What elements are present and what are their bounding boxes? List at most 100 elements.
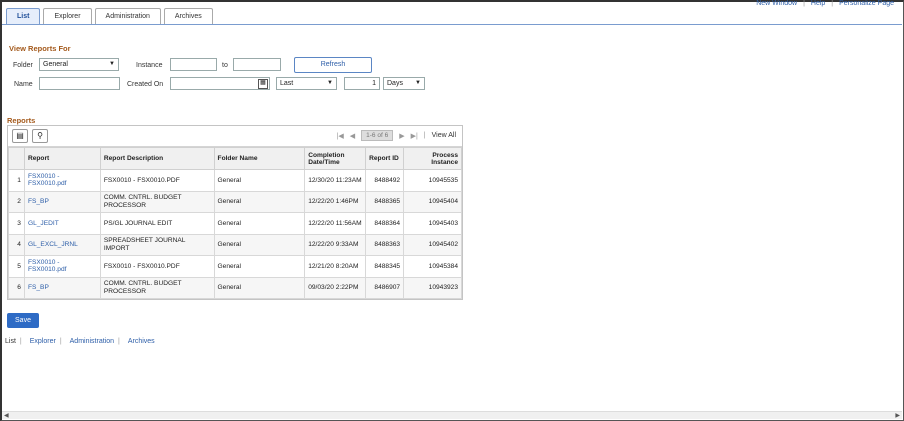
- completion-datetime: 12/21/20 8:20AM: [304, 255, 367, 278]
- report-id: 8488345: [365, 255, 405, 278]
- view-reports-title: View Reports For: [9, 44, 71, 53]
- table-row: 6 FS_BP COMM. CNTRL. BUDGET PROCESSOR Ge…: [8, 276, 462, 299]
- grid-toolbar: ▤ ⚲ |◀ ◀ 1-6 of 6 ▶ ▶| | View All: [8, 126, 462, 147]
- row-number: 5: [8, 255, 25, 278]
- help-link[interactable]: Help: [805, 0, 831, 10]
- calendar-icon[interactable]: ▦: [258, 79, 268, 89]
- tab-bar: List Explorer Administration Archives: [6, 8, 213, 24]
- table-row: 3 GL_JEDIT PS/GL JOURNAL EDIT General 12…: [8, 212, 462, 235]
- view-all-link[interactable]: View All: [432, 132, 456, 139]
- report-id: 8486907: [365, 276, 405, 299]
- next-page-icon[interactable]: ▶: [399, 132, 404, 140]
- horizontal-scrollbar[interactable]: ◀ ▶: [2, 411, 902, 419]
- process-instance: 10945404: [403, 190, 462, 213]
- tab-divider: [2, 24, 902, 25]
- header-process-instance[interactable]: Process Instance: [403, 147, 462, 170]
- scroll-left-icon[interactable]: ◀: [4, 412, 9, 420]
- header-row-num: [8, 147, 25, 170]
- prev-page-icon[interactable]: ◀: [350, 132, 355, 140]
- name-label: Name: [14, 81, 33, 88]
- tab-list[interactable]: List: [6, 8, 41, 24]
- report-id: 8488364: [365, 212, 405, 235]
- report-link[interactable]: FSX0010 - FSX0010.pdf: [23, 255, 101, 278]
- report-description: SPREADSHEET JOURNAL IMPORT: [99, 233, 215, 256]
- instance-to-input[interactable]: [233, 58, 281, 71]
- table-header-row: Report Report Description Folder Name Co…: [8, 147, 462, 170]
- folder-name: General: [213, 255, 306, 278]
- table-row: 4 GL_EXCL_JRNL SPREADSHEET JOURNAL IMPOR…: [8, 233, 462, 256]
- report-link[interactable]: FS_BP: [23, 190, 101, 213]
- to-label: to: [222, 62, 228, 69]
- folder-name: General: [213, 169, 306, 192]
- folder-select[interactable]: General ▼: [39, 58, 119, 71]
- process-instance: 10945403: [403, 212, 462, 235]
- report-link[interactable]: GL_EXCL_JRNL: [23, 233, 101, 256]
- separator: |: [118, 338, 120, 345]
- process-instance: 10945402: [403, 233, 462, 256]
- header-report[interactable]: Report: [23, 147, 101, 170]
- table-row: 5 FSX0010 - FSX0010.pdf FSX0010 - FSX001…: [8, 255, 462, 278]
- last-select[interactable]: Last ▼: [276, 77, 337, 90]
- last-select-value: Last: [280, 80, 294, 87]
- last-page-icon[interactable]: ▶|: [411, 132, 418, 140]
- instance-label: Instance: [136, 62, 163, 69]
- report-link[interactable]: FS_BP: [23, 276, 101, 299]
- tab-administration[interactable]: Administration: [94, 8, 161, 24]
- search-icon[interactable]: ⚲: [32, 129, 48, 143]
- chevron-down-icon: ▼: [109, 61, 115, 67]
- tab-explorer[interactable]: Explorer: [43, 8, 92, 24]
- header-report-id[interactable]: Report ID: [365, 147, 405, 170]
- folder-label: Folder: [13, 62, 33, 69]
- report-description: COMM. CNTRL. BUDGET PROCESSOR: [99, 276, 215, 299]
- process-instance: 10945535: [403, 169, 462, 192]
- first-page-icon[interactable]: |◀: [337, 132, 344, 140]
- table-row: 1 FSX0010 - FSX0010.pdf FSX0010 - FSX001…: [8, 169, 462, 192]
- report-id: 8488365: [365, 190, 405, 213]
- completion-datetime: 12/22/20 11:56AM: [304, 212, 367, 235]
- personalize-link[interactable]: Personalize Page: [833, 0, 900, 10]
- refresh-button[interactable]: Refresh: [294, 57, 372, 73]
- report-link[interactable]: FSX0010 - FSX0010.pdf: [23, 169, 101, 192]
- report-link[interactable]: GL_JEDIT: [23, 212, 101, 235]
- pager: |◀ ◀ 1-6 of 6 ▶ ▶| | View All: [337, 130, 456, 141]
- folder-name: General: [213, 190, 306, 213]
- bottom-archives-link[interactable]: Archives: [128, 338, 159, 345]
- save-button[interactable]: Save: [7, 313, 39, 328]
- instance-from-input[interactable]: [170, 58, 217, 71]
- scroll-right-icon[interactable]: ▶: [895, 412, 900, 420]
- created-on-input[interactable]: [170, 77, 270, 90]
- header-completion[interactable]: Completion Date/Time: [304, 147, 367, 170]
- bottom-administration-link[interactable]: Administration: [70, 338, 118, 345]
- table-row: 2 FS_BP COMM. CNTRL. BUDGET PROCESSOR Ge…: [8, 190, 462, 213]
- separator: |: [19, 338, 22, 345]
- tab-archives[interactable]: Archives: [163, 8, 213, 24]
- chevron-down-icon: ▼: [327, 80, 333, 86]
- days-select[interactable]: Days ▼: [383, 77, 425, 90]
- bottom-list-link[interactable]: List: [5, 338, 20, 345]
- bottom-explorer-link[interactable]: Explorer: [30, 338, 60, 345]
- report-description: PS/GL JOURNAL EDIT: [99, 212, 215, 235]
- report-id: 8488363: [365, 233, 405, 256]
- process-instance: 10943923: [403, 276, 462, 299]
- reports-title: Reports: [7, 116, 36, 125]
- row-number: 4: [8, 233, 25, 256]
- row-count: 1-6 of 6: [361, 130, 394, 141]
- personalize-grid-icon[interactable]: ▤: [12, 129, 28, 143]
- folder-name: General: [213, 276, 306, 299]
- chevron-down-icon: ▼: [415, 80, 421, 86]
- days-count-input[interactable]: 1: [344, 77, 380, 90]
- header-description[interactable]: Report Description: [99, 147, 215, 170]
- separator: |: [423, 132, 426, 139]
- bottom-links: List | Explorer | Administration | Archives: [5, 338, 159, 345]
- new-window-link[interactable]: New Window: [750, 0, 803, 10]
- folder-name: General: [213, 212, 306, 235]
- top-links: New Window | Help | Personalize Page: [750, 0, 900, 10]
- row-number: 1: [8, 169, 25, 192]
- header-folder[interactable]: Folder Name: [213, 147, 306, 170]
- name-input[interactable]: [39, 77, 120, 90]
- reports-table: Report Report Description Folder Name Co…: [8, 147, 462, 299]
- completion-datetime: 09/03/20 2:22PM: [304, 276, 367, 299]
- separator: |: [59, 338, 62, 345]
- folder-name: General: [213, 233, 306, 256]
- created-on-label: Created On: [127, 81, 164, 88]
